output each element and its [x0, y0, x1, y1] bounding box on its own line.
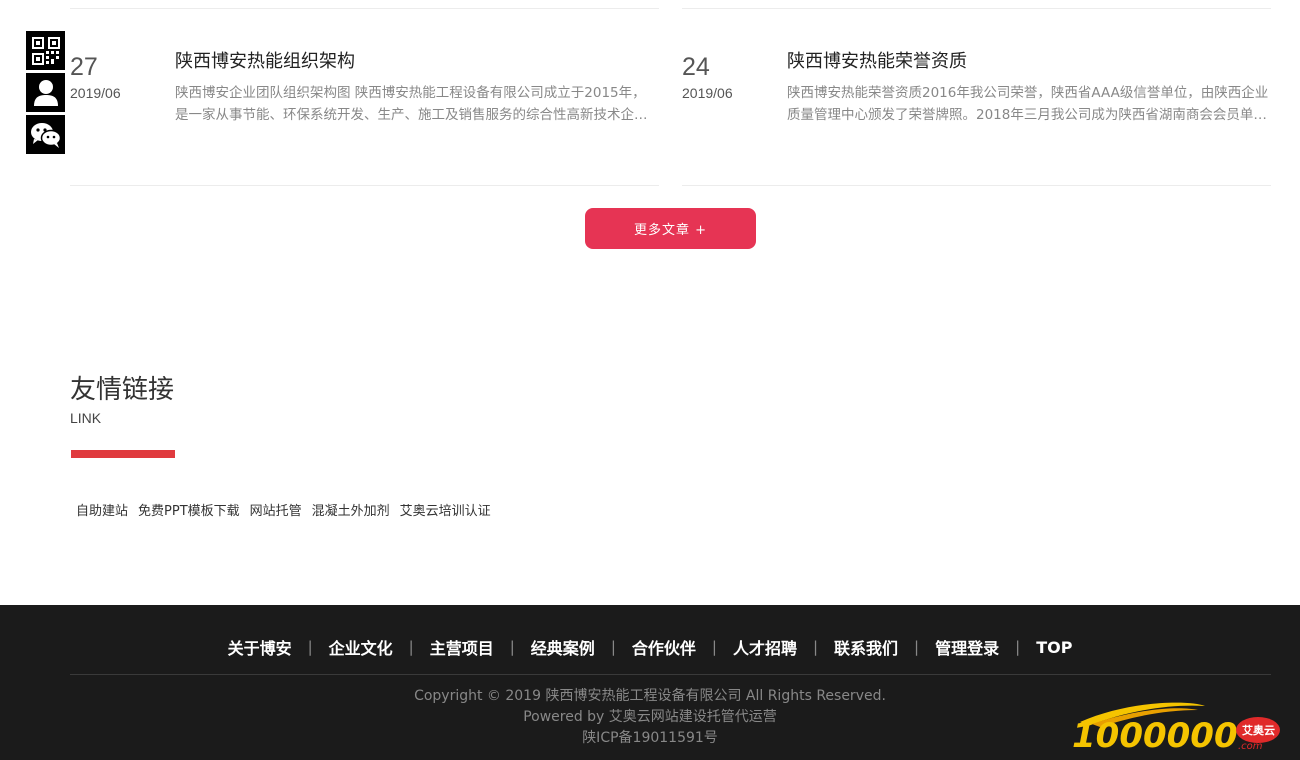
footer-nav-about[interactable]: 关于博安	[228, 635, 292, 659]
news-body: 陕西博安热能组织架构 陕西博安企业团队组织架构图 陕西博安热能工程设备有限公司成…	[175, 49, 659, 126]
qrcode-icon	[31, 36, 60, 65]
friend-links-title: 友情链接	[70, 375, 175, 405]
friend-links-subtitle: LINK	[70, 410, 102, 426]
wechat-button[interactable]	[26, 115, 65, 154]
news-title[interactable]: 陕西博安热能荣誉资质	[787, 49, 1271, 75]
side-toolbar	[26, 31, 65, 157]
friend-link[interactable]: 网站托管	[250, 502, 302, 522]
news-body: 陕西博安热能荣誉资质 陕西博安热能荣誉资质2016年我公司荣誉，陕西省AAA级信…	[787, 49, 1271, 126]
footer-nav-admin-login[interactable]: 管理登录	[935, 635, 999, 659]
footer-nav-top[interactable]: TOP	[1036, 638, 1072, 657]
news-item[interactable]: 27 2019/06 陕西博安热能组织架构 陕西博安企业团队组织架构图 陕西博安…	[70, 8, 659, 186]
news-description: 陕西博安企业团队组织架构图 陕西博安热能工程设备有限公司成立于2015年，是一家…	[175, 85, 646, 123]
user-button[interactable]	[26, 73, 65, 112]
wechat-icon	[30, 122, 61, 148]
news-list: 27 2019/06 陕西博安热能组织架构 陕西博安企业团队组织架构图 陕西博安…	[70, 0, 1271, 186]
news-item[interactable]: 24 2019/06 陕西博安热能荣誉资质 陕西博安热能荣誉资质2016年我公司…	[682, 8, 1271, 186]
aoyun-logo[interactable]: 1000000 艾奥云 .com	[1070, 700, 1285, 752]
footer-nav-separator: |	[812, 638, 819, 656]
footer-divider	[70, 674, 1271, 675]
news-date: 24 2019/06	[682, 53, 782, 101]
friend-link[interactable]: 免费PPT模板下载	[138, 502, 240, 522]
footer-nav: 关于博安 | 企业文化 | 主营项目 | 经典案例 | 合作伙伴 | 人才招聘 …	[0, 635, 1300, 659]
logo-number: 1000000	[1072, 716, 1238, 752]
logo-badge: 艾奥云	[1242, 723, 1275, 737]
footer-nav-separator: |	[914, 638, 920, 656]
footer-nav-careers[interactable]: 人才招聘	[733, 635, 797, 659]
footer-nav-projects[interactable]: 主营项目	[430, 635, 494, 659]
logo-swoosh-icon: 1000000 艾奥云 .com	[1072, 702, 1280, 752]
news-day: 27	[70, 53, 98, 81]
news-description: 陕西博安热能荣誉资质2016年我公司荣誉，陕西省AAA级信誉单位，由陕西企业质量…	[787, 85, 1269, 123]
friend-link[interactable]: 艾奥云培训认证	[400, 502, 491, 522]
footer-nav-separator: |	[307, 638, 313, 656]
friend-link[interactable]: 混凝土外加剂	[312, 502, 390, 522]
news-year-month: 2019/06	[70, 85, 121, 101]
footer-nav-separator: |	[408, 638, 414, 656]
footer-nav-separator: |	[1015, 638, 1021, 656]
footer-nav-culture[interactable]: 企业文化	[329, 635, 393, 659]
friend-links-divider	[71, 450, 175, 458]
footer-nav-separator: |	[610, 638, 616, 656]
more-articles-button[interactable]: 更多文章 +	[585, 208, 756, 249]
footer-nav-contact[interactable]: 联系我们	[834, 635, 898, 659]
footer-nav-separator: |	[711, 638, 717, 656]
friend-links-list: 自助建站 免费PPT模板下载 网站托管 混凝土外加剂 艾奥云培训认证	[71, 502, 496, 522]
logo-suffix: .com	[1238, 741, 1263, 752]
news-date: 27 2019/06	[70, 53, 170, 101]
qrcode-button[interactable]	[26, 31, 65, 70]
footer-nav-partners[interactable]: 合作伙伴	[632, 635, 696, 659]
news-title[interactable]: 陕西博安热能组织架构	[175, 49, 659, 75]
news-year-month: 2019/06	[682, 85, 733, 101]
friend-links-heading: 友情链接 LINK	[70, 374, 174, 426]
news-day: 24	[682, 53, 710, 81]
footer-nav-cases[interactable]: 经典案例	[531, 635, 595, 659]
friend-link[interactable]: 自助建站	[76, 502, 128, 522]
footer-nav-separator: |	[509, 638, 515, 656]
user-icon	[33, 79, 58, 106]
